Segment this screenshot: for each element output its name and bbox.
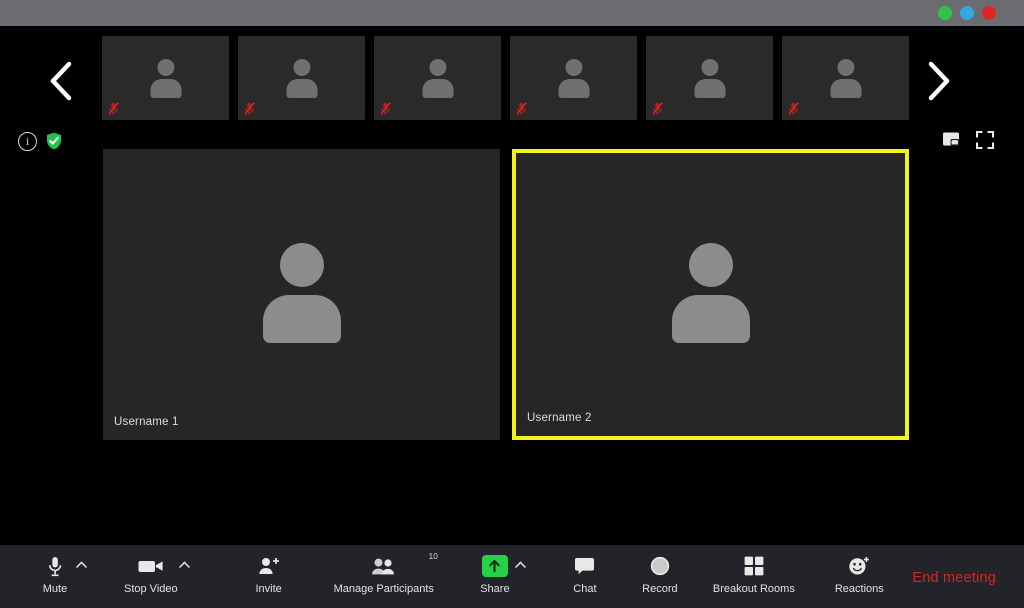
invite-button[interactable]: Invite (250, 553, 288, 601)
chat-button[interactable]: Chat (566, 553, 604, 601)
record-button[interactable]: Record (641, 553, 679, 601)
share-button[interactable]: Share (476, 553, 514, 601)
audio-options-caret[interactable] (74, 553, 88, 601)
mute-button[interactable]: Mute (36, 553, 74, 601)
participant-name: Username 1 (114, 416, 179, 428)
stop-video-button[interactable]: Stop Video (124, 553, 178, 601)
mic-muted-icon (788, 102, 799, 115)
participant-filmstrip (0, 36, 1024, 126)
chevron-left-icon (48, 60, 74, 102)
invite-label: Invite (255, 584, 281, 595)
chevron-up-icon (515, 561, 526, 568)
thumbnail-tile[interactable] (510, 36, 637, 120)
share-options-caret[interactable] (514, 553, 528, 601)
title-bar (0, 0, 1024, 26)
video-tile-active-speaker[interactable]: Username 2 (512, 149, 909, 440)
mic-muted-icon (244, 102, 255, 115)
video-camera-icon (138, 555, 164, 578)
filmstrip-prev-button[interactable] (44, 57, 78, 105)
maximize-button[interactable] (960, 6, 974, 20)
video-options-caret[interactable] (178, 553, 192, 601)
close-button[interactable] (982, 6, 996, 20)
view-controls (942, 131, 994, 149)
breakout-rooms-button[interactable]: Breakout Rooms (713, 553, 795, 601)
chat-label: Chat (573, 584, 596, 595)
end-meeting-button[interactable]: End meeting (912, 570, 996, 586)
chevron-up-icon (76, 561, 87, 568)
info-icon[interactable]: i (18, 132, 37, 151)
share-group: Share (476, 553, 528, 601)
mute-group: Mute (36, 553, 88, 601)
zoom-meeting-window: i (0, 0, 1024, 608)
thumbnail-tile[interactable] (374, 36, 501, 120)
speaker-view-icon[interactable] (942, 131, 960, 149)
filmstrip-next-button[interactable] (922, 57, 956, 105)
thumbnail-tile[interactable] (102, 36, 229, 120)
microphone-icon (48, 555, 62, 578)
mic-muted-icon (516, 102, 527, 115)
thumbnail-tile[interactable] (646, 36, 773, 120)
mic-muted-icon (652, 102, 663, 115)
avatar (263, 243, 341, 343)
chevron-up-icon (179, 561, 190, 568)
window-controls (938, 6, 1024, 20)
stop-video-label: Stop Video (124, 584, 178, 595)
filmstrip-thumbnails (102, 36, 909, 120)
video-stage: Username 1 Username 2 (0, 149, 1024, 441)
share-up-arrow-icon (482, 555, 508, 578)
manage-participants-button[interactable]: 10 Manage Participants (334, 553, 434, 601)
smiley-plus-icon (848, 555, 870, 578)
avatar (557, 59, 591, 97)
participant-name: Username 2 (527, 412, 592, 424)
video-tile[interactable]: Username 1 (103, 149, 500, 440)
avatar (149, 59, 183, 97)
avatar (672, 243, 750, 343)
avatar (829, 59, 863, 97)
record-label: Record (642, 584, 677, 595)
meeting-status-icons: i (18, 131, 64, 151)
meeting-toolbar: Mute Stop Video (0, 545, 1024, 608)
video-group: Stop Video (124, 553, 192, 601)
thumbnail-tile[interactable] (782, 36, 909, 120)
avatar (285, 59, 319, 97)
avatar (693, 59, 727, 97)
participant-count-badge: 10 (428, 552, 437, 561)
people-icon: 10 (371, 555, 397, 578)
breakout-rooms-label: Breakout Rooms (713, 584, 795, 595)
shield-check-icon[interactable] (44, 131, 64, 151)
share-label: Share (480, 584, 509, 595)
reactions-button[interactable]: Reactions (835, 553, 884, 601)
thumbnail-tile[interactable] (238, 36, 365, 120)
reactions-label: Reactions (835, 584, 884, 595)
chat-bubble-icon (574, 555, 595, 578)
avatar (421, 59, 455, 97)
record-circle-icon (650, 555, 670, 578)
person-add-icon (258, 555, 280, 578)
mic-muted-icon (380, 102, 391, 115)
mute-label: Mute (43, 584, 67, 595)
grid-squares-icon (744, 555, 764, 578)
minimize-button[interactable] (938, 6, 952, 20)
fullscreen-icon[interactable] (976, 131, 994, 149)
chevron-right-icon (926, 60, 952, 102)
manage-participants-label: Manage Participants (334, 584, 434, 595)
mic-muted-icon (108, 102, 119, 115)
